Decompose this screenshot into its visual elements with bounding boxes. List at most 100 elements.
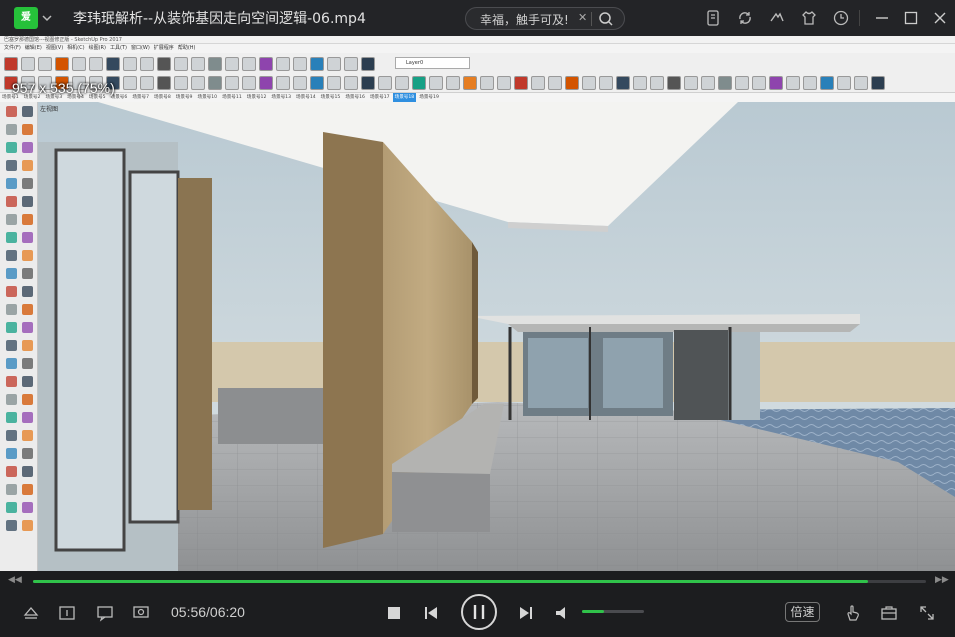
sketchup-tool-icon: [72, 57, 86, 71]
sketchup-tool-icon: [191, 57, 205, 71]
sketchup-tool-icon: [446, 76, 460, 90]
video-frame[interactable]: 巴塞罗那德国馆---视图修正版 - SketchUp Pro 2017 文件(F…: [0, 36, 955, 571]
sketchup-tool-icon: [480, 76, 494, 90]
sketchup-tool-icon: [89, 57, 103, 71]
toolbox-icon[interactable]: [879, 603, 899, 623]
screenshot-icon[interactable]: [131, 603, 151, 623]
clear-icon[interactable]: ✕: [578, 11, 587, 24]
sketchup-tool-icon: [548, 76, 562, 90]
scene-tab: 场景号12: [246, 95, 267, 100]
palette-tool-icon: [6, 412, 17, 423]
palette-tool-icon: [6, 448, 17, 459]
sketchup-tool-icon: [344, 57, 358, 71]
sketchup-menu-item: 绘图(R): [88, 45, 106, 51]
minimize-icon[interactable]: [873, 9, 891, 27]
sketchup-menu-item: 编辑(E): [24, 45, 42, 51]
sketchup-tool-icon: [327, 57, 341, 71]
sketchup-tool-icon: [650, 76, 664, 90]
sketchup-tool-icon: [361, 57, 375, 71]
scene-tab: 场景号16: [345, 95, 365, 100]
shirt-icon[interactable]: [800, 9, 818, 27]
sketchup-tool-icon: [310, 76, 324, 90]
phone-icon[interactable]: [704, 9, 722, 27]
palette-tool-icon: [22, 322, 33, 333]
sketchup-tool-icon: [21, 57, 35, 71]
control-bar: 05:56/06:20 倍速: [0, 591, 955, 637]
sketchup-tool-icon: [752, 76, 766, 90]
search-input[interactable]: 幸福，触手可及!: [480, 11, 569, 28]
progress-bar[interactable]: [33, 580, 926, 583]
volume-slider[interactable]: [582, 610, 644, 613]
palette-tool-icon: [22, 142, 33, 153]
left-glass-pane: [128, 170, 180, 524]
layer-dropdown: Layer0: [395, 57, 470, 69]
sketchup-tool-icon: [4, 57, 18, 71]
volume-fill: [582, 610, 604, 613]
clock-icon[interactable]: [832, 9, 850, 27]
dimension-label: 957 x 535 (75%): [12, 80, 115, 96]
search-box[interactable]: 幸福，触手可及! ✕: [465, 7, 625, 30]
palette-tool-icon: [6, 358, 17, 369]
stop-icon[interactable]: [384, 603, 404, 623]
sketchup-tool-icon: [123, 57, 137, 71]
volume-icon[interactable]: [553, 603, 573, 623]
view-label: 左视图: [40, 106, 59, 113]
gesture-icon[interactable]: [843, 603, 863, 623]
sketchup-menu: 文件(F) 编辑(E) 视图(V) 相机(C) 绘图(R) 工具(T) 窗口(W) 扩展程序帮…: [0, 44, 955, 53]
palette-tool-icon: [6, 250, 17, 261]
maximize-icon[interactable]: [902, 9, 920, 27]
left-glass-pane: [54, 148, 126, 552]
scene-tab: 场景号11: [222, 95, 242, 100]
far-glass-pane: [603, 338, 663, 408]
search-icon[interactable]: [598, 11, 614, 27]
palette-tool-icon: [6, 286, 17, 297]
subtitle-icon[interactable]: [95, 603, 115, 623]
app-logo[interactable]: 爱: [14, 7, 38, 29]
fast-forward-icon[interactable]: ▶▶: [935, 575, 949, 585]
wall-face-side: [323, 132, 383, 548]
palette-tool-icon: [6, 466, 17, 477]
scene-tab: 场景号8: [154, 95, 171, 100]
close-icon[interactable]: [931, 9, 949, 27]
palette-tool-icon: [22, 448, 33, 459]
next-icon[interactable]: [516, 603, 536, 623]
scene-tab: 场景号14: [296, 95, 316, 100]
side-wall: [178, 178, 212, 510]
sketchup-tool-icon: [276, 76, 290, 90]
search-divider: [591, 12, 592, 26]
sketchup-tool-icon: [395, 76, 409, 90]
sketchup-tool-icon: [582, 76, 596, 90]
palette-tool-icon: [6, 178, 17, 189]
progress-row: ◀◀ ▶▶: [0, 571, 955, 591]
scene-tab: 场景号15: [320, 95, 341, 100]
sync-icon[interactable]: [736, 9, 754, 27]
palette-tool-icon: [22, 394, 33, 405]
eject-icon[interactable]: [21, 603, 41, 623]
sketchup-tool-icon: [514, 76, 528, 90]
sketchup-tool-icon: [599, 76, 613, 90]
pause-button[interactable]: [461, 594, 497, 630]
playlist-icon[interactable]: [57, 603, 77, 623]
toolbar-row-2: [4, 74, 885, 92]
bench-front: [392, 472, 490, 532]
scene-tab: 场景号19: [419, 95, 439, 100]
sketchup-tool-icon: [667, 76, 681, 90]
sketchup-toolbar: Layer0: [0, 53, 955, 93]
far-glass-side: [728, 332, 760, 420]
previous-icon[interactable]: [421, 603, 441, 623]
palette-tool-icon: [6, 520, 17, 531]
sketchup-tool-icon: [174, 76, 188, 90]
sketchup-tool-icon: [174, 57, 188, 71]
speed-button[interactable]: 倍速: [785, 602, 820, 622]
fullscreen-icon[interactable]: [917, 603, 937, 623]
chevron-down-icon[interactable]: [41, 9, 55, 27]
palette-tool-icon: [6, 142, 17, 153]
palette-tool-icon: [22, 376, 33, 387]
sketchup-tool-icon: [208, 76, 222, 90]
palette-tool-icon: [22, 520, 33, 531]
rewind-icon[interactable]: ◀◀: [8, 575, 22, 585]
sketchup-tool-icon: [157, 57, 171, 71]
scene-tab: 场景号9: [175, 95, 193, 100]
skin-icon[interactable]: [768, 9, 786, 27]
sketchup-tool-icon: [38, 57, 52, 71]
